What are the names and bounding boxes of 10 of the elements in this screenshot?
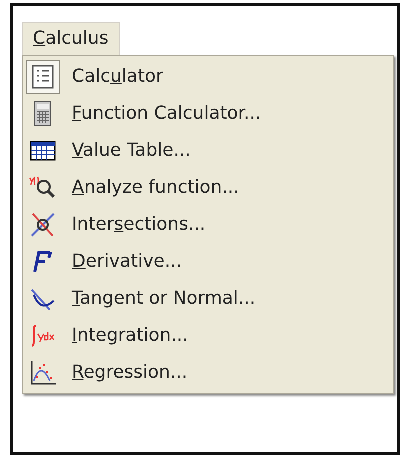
menu-item[interactable]: Derivative...	[72, 251, 182, 272]
menu-item[interactable]: Regression...	[72, 362, 188, 383]
menu-item[interactable]: Integration...	[72, 325, 188, 346]
menu-item[interactable]: Value Table...	[72, 140, 191, 161]
menu-item[interactable]: Intersections...	[72, 214, 206, 235]
menu-item[interactable]: Function Calculator...	[72, 103, 262, 124]
menu-item[interactable]: Analyze function...	[72, 177, 240, 198]
menu-item[interactable]: Tangent or Normal...	[72, 288, 256, 309]
menu-item[interactable]: Calculator	[72, 66, 164, 87]
menu-title[interactable]: Calculus	[22, 22, 120, 55]
